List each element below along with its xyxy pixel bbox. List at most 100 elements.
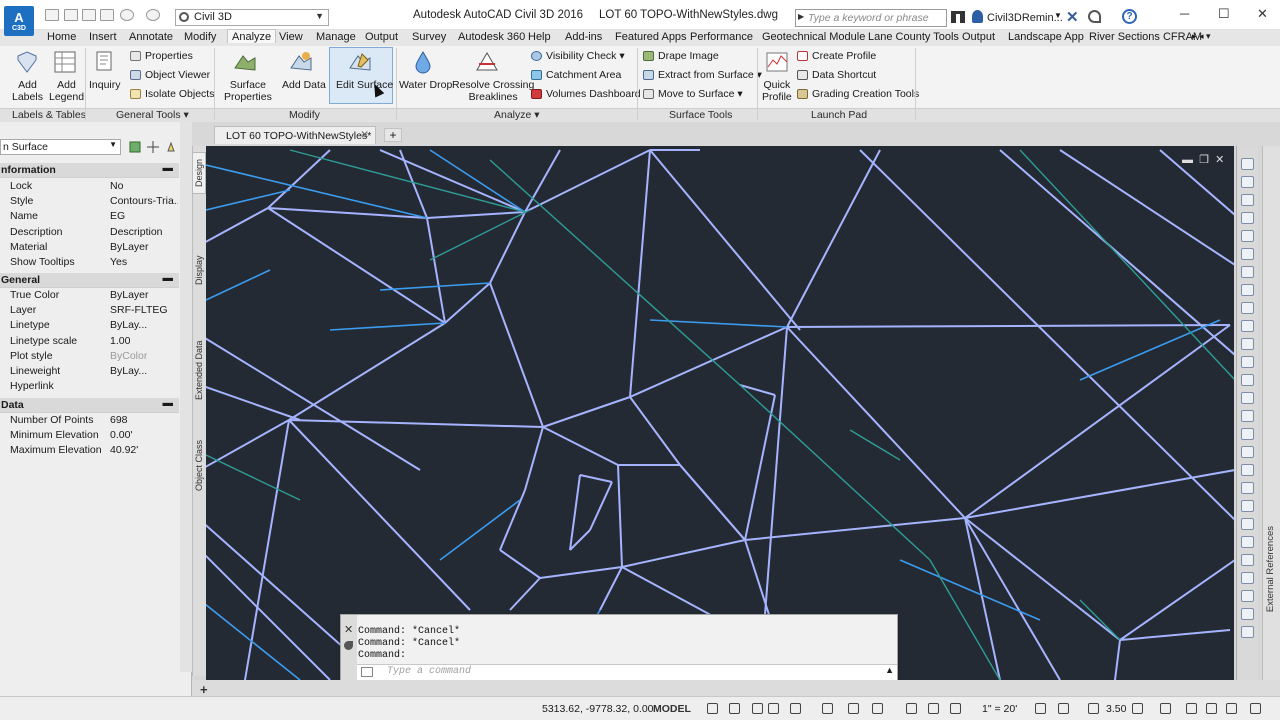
property-row[interactable]: Material ByLayer — [0, 240, 179, 255]
property-value[interactable]: No — [110, 180, 123, 192]
quick-profile-button[interactable]: Quick Profile — [762, 79, 792, 103]
section-data[interactable]: Data ▬ — [0, 397, 179, 413]
tab-annotate[interactable]: Annotate — [129, 31, 173, 43]
viewport-restore-icon[interactable]: ❐ — [1199, 154, 1209, 166]
section-general[interactable]: General ▬ — [0, 272, 179, 288]
property-row[interactable]: Lineweight ByLay... — [0, 364, 179, 379]
chevron-up-icon[interactable]: ▲ — [885, 665, 894, 675]
tab-overflow-icon[interactable]: ▸ ◂ ▾ — [1192, 31, 1211, 42]
user-name[interactable]: Civil3DRemin... — [987, 12, 1063, 24]
draw-tool-icon[interactable] — [1241, 374, 1254, 386]
user-icon[interactable] — [972, 10, 983, 23]
file-tab[interactable]: LOT 60 TOPO-WithNewStyles* ✕ — [214, 126, 376, 144]
select-objects-icon[interactable] — [147, 141, 159, 153]
property-row[interactable]: Name EG — [0, 209, 179, 224]
viewport-minimize-icon[interactable]: ▬ — [1182, 154, 1193, 166]
status-toggle-icon[interactable] — [928, 703, 939, 714]
property-row[interactable]: True Color ByLayer — [0, 288, 179, 303]
status-toggle-icon[interactable] — [1088, 703, 1099, 714]
drawing-canvas[interactable] — [206, 146, 1234, 680]
viewport-close-icon[interactable]: ✕ — [1215, 154, 1224, 166]
draw-tool-icon[interactable] — [1241, 608, 1254, 620]
draw-tool-icon[interactable] — [1241, 482, 1254, 494]
tab-help[interactable]: Help — [528, 31, 551, 43]
draw-tool-icon[interactable] — [1241, 230, 1254, 242]
property-row[interactable]: Minimum Elevation 0.00' — [0, 428, 179, 443]
draw-tool-icon[interactable] — [1241, 212, 1254, 224]
property-value[interactable]: 1.00 — [110, 335, 130, 347]
property-row[interactable]: Linetype ByLay... — [0, 318, 179, 333]
status-toggle-icon[interactable] — [872, 703, 883, 714]
draw-tool-icon[interactable] — [1241, 554, 1254, 566]
status-toggle-icon[interactable] — [1132, 703, 1143, 714]
application-menu-button[interactable]: A C3D — [4, 6, 34, 36]
command-input[interactable]: Type a command ▲ — [357, 664, 897, 680]
add-layout-button[interactable]: + — [200, 682, 208, 697]
tab-design[interactable]: Design — [192, 152, 206, 194]
draw-tool-icon[interactable] — [1241, 266, 1254, 278]
minimize-button[interactable]: ─ — [1180, 6, 1189, 21]
panel-title-general-tools[interactable]: General Tools ▾ — [116, 109, 189, 121]
status-toggle-icon[interactable] — [768, 703, 779, 714]
property-value[interactable]: Yes — [110, 256, 127, 268]
add-legend-icon[interactable] — [53, 50, 77, 74]
property-value[interactable]: Contours-Tria... — [110, 195, 178, 207]
property-row[interactable]: Layer SRF-FLTEG — [0, 303, 179, 318]
property-value[interactable]: 698 — [110, 414, 128, 426]
status-toggle-icon[interactable] — [822, 703, 833, 714]
status-toggle-icon[interactable] — [729, 703, 740, 714]
zoom-level[interactable]: 3.50 — [1106, 703, 1126, 715]
property-value[interactable]: ByLayer — [110, 289, 149, 301]
tab-manage[interactable]: Manage — [316, 31, 356, 43]
property-value[interactable]: ByLayer — [110, 241, 149, 253]
surface-properties-button[interactable]: Surface Properties — [224, 79, 272, 103]
model-space-button[interactable]: MODEL — [653, 703, 691, 715]
tab-output[interactable]: Output — [365, 31, 398, 43]
status-toggle-icon[interactable] — [1186, 703, 1197, 714]
water-drop-icon[interactable] — [411, 50, 435, 74]
surface-properties-icon[interactable] — [233, 50, 257, 74]
stay-connected-icon[interactable] — [1088, 10, 1101, 23]
chevron-down-icon[interactable]: ▼ — [1054, 11, 1062, 20]
tab-river-sections-cfram[interactable]: River Sections CFRAM — [1089, 31, 1202, 43]
draw-tool-icon[interactable] — [1241, 464, 1254, 476]
save-icon[interactable] — [82, 9, 96, 21]
tab-geotechnical-module[interactable]: Geotechnical Module — [762, 31, 865, 43]
close-icon[interactable]: ✕ — [360, 129, 369, 141]
property-row[interactable]: Hyperlink — [0, 379, 179, 394]
draw-tool-icon[interactable] — [1241, 428, 1254, 440]
maximize-button[interactable]: ☐ — [1218, 6, 1230, 22]
section-information[interactable]: nformation ▬ — [0, 162, 179, 178]
quick-profile-icon[interactable] — [765, 50, 789, 74]
draw-tool-icon[interactable] — [1241, 536, 1254, 548]
qnew-icon[interactable] — [45, 9, 59, 21]
annotation-scale[interactable]: 1" = 20' — [982, 703, 1017, 715]
command-prompt-icon[interactable] — [361, 667, 373, 677]
draw-tool-icon[interactable] — [1241, 410, 1254, 422]
object-type-select[interactable]: n Surface ▼ — [0, 139, 121, 155]
binoculars-icon[interactable] — [951, 11, 965, 23]
tab-home[interactable]: Home — [47, 31, 76, 43]
draw-tool-icon[interactable] — [1241, 158, 1254, 170]
search-input[interactable]: ▶ Type a keyword or phrase — [795, 9, 947, 27]
redo-icon[interactable] — [146, 9, 160, 21]
status-toggle-icon[interactable] — [1160, 703, 1171, 714]
object-viewer-button[interactable]: Object Viewer — [129, 67, 210, 83]
property-row[interactable]: Style Contours-Tria... — [0, 194, 179, 209]
status-toggle-icon[interactable] — [848, 703, 859, 714]
property-row[interactable]: Linetype scale 1.00 — [0, 334, 179, 349]
tab-modify[interactable]: Modify — [184, 31, 216, 43]
draw-tool-icon[interactable] — [1241, 320, 1254, 332]
create-profile-button[interactable]: Create Profile — [796, 48, 876, 64]
extract-from-surface-button[interactable]: Extract from Surface ▾ — [642, 67, 762, 83]
visibility-check-button[interactable]: Visibility Check ▾ — [530, 48, 625, 64]
draw-tool-icon[interactable] — [1241, 194, 1254, 206]
add-legend-button[interactable]: Add Legend — [49, 79, 84, 103]
property-value[interactable]: ByLay... — [110, 319, 147, 331]
status-toggle-icon[interactable] — [752, 703, 763, 714]
surface-tin-drawing[interactable] — [206, 146, 1234, 680]
wrench-icon[interactable] — [344, 641, 353, 650]
add-data-button[interactable]: Add Data — [282, 79, 326, 91]
draw-tool-icon[interactable] — [1241, 338, 1254, 350]
open-icon[interactable] — [64, 9, 78, 21]
